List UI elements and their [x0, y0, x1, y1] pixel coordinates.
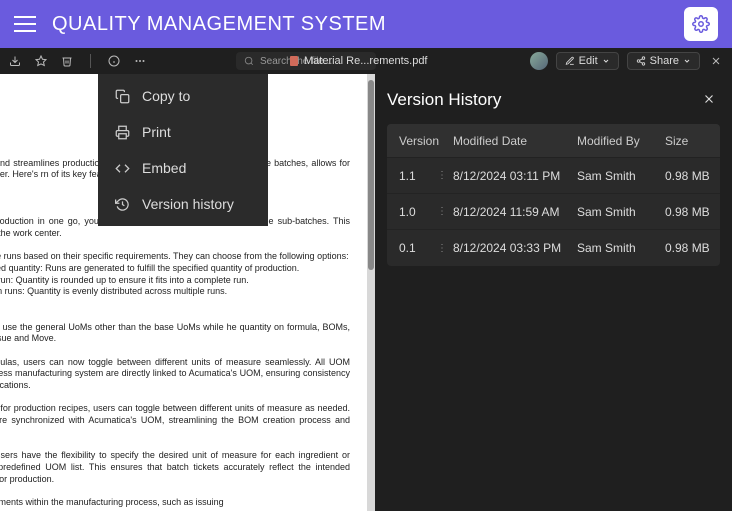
cell-size: 0.98 MB	[665, 241, 720, 255]
panel-title: Version History	[387, 90, 720, 110]
cell-date: 8/12/2024 03:33 PM	[449, 241, 577, 255]
file-tab[interactable]: Material Re...rements.pdf	[290, 55, 428, 67]
doc-text: h Ticket:	[0, 439, 350, 451]
history-icon	[114, 197, 130, 212]
download-icon[interactable]	[8, 54, 22, 68]
star-icon[interactable]	[34, 54, 48, 68]
pencil-icon	[565, 56, 575, 66]
trash-icon[interactable]	[60, 54, 74, 68]
cell-size: 0.98 MB	[665, 205, 720, 219]
doc-text: When creating or editing formulas, users…	[0, 357, 350, 392]
col-version: Version	[387, 134, 435, 148]
table-row[interactable]: 0.1 ⋮ 8/12/2024 03:33 PM Sam Smith 0.98 …	[387, 230, 720, 266]
cell-by: Sam Smith	[577, 205, 665, 219]
context-menu: Copy to Print Embed Version history	[98, 74, 268, 226]
version-table: Version Modified Date Modified By Size 1…	[387, 124, 720, 266]
doc-text: Create runs to fullfill the required qua…	[0, 263, 350, 275]
doc-text: ulation of Runs:	[0, 240, 350, 252]
cell-version: 1.1	[387, 169, 435, 183]
table-header: Version Modified Date Modified By Size	[387, 124, 720, 158]
share-button[interactable]: Share	[627, 52, 700, 70]
gear-icon	[692, 15, 710, 33]
cell-date: 8/12/2024 03:11 PM	[449, 169, 577, 183]
cell-by: Sam Smith	[577, 169, 665, 183]
cell-size: 0.98 MB	[665, 169, 720, 183]
row-menu-icon[interactable]: ⋮	[435, 243, 449, 254]
menu-label: Print	[142, 124, 171, 140]
close-icon	[702, 92, 716, 106]
panel-close-button[interactable]	[702, 92, 716, 106]
col-size: Size	[665, 134, 720, 148]
hamburger-menu-icon[interactable]	[14, 16, 36, 32]
close-button[interactable]	[708, 53, 724, 69]
table-row[interactable]: 1.0 ⋮ 8/12/2024 11:59 AM Sam Smith 0.98 …	[387, 194, 720, 230]
doc-text: Equally divide quantity between runs: Qu…	[0, 286, 350, 298]
row-menu-icon[interactable]: ⋮	[435, 170, 449, 181]
cell-date: 8/12/2024 11:59 AM	[449, 205, 577, 219]
avatar[interactable]	[530, 52, 548, 70]
doc-text: When recording material movements within…	[0, 497, 350, 509]
doc-text: Round quantity to the next full run: Qua…	[0, 275, 350, 287]
doc-text: Users have the flexibility to calculate …	[0, 251, 350, 263]
edit-label: Edit	[579, 55, 598, 67]
print-icon	[114, 125, 130, 140]
share-label: Share	[650, 55, 679, 67]
settings-button[interactable]	[684, 7, 718, 41]
menu-print[interactable]: Print	[98, 114, 268, 150]
col-modified-by: Modified By	[577, 134, 665, 148]
file-tab-label: Material Re...rements.pdf	[304, 55, 428, 67]
cell-version: 0.1	[387, 241, 435, 255]
cell-version: 1.0	[387, 205, 435, 219]
info-icon[interactable]	[107, 54, 121, 68]
doc-text: Similarly, while defining BOMs for produ…	[0, 403, 350, 438]
menu-label: Copy to	[142, 88, 190, 104]
doc-text: of Materials (BOM):	[0, 392, 350, 404]
edit-button[interactable]: Edit	[556, 52, 619, 70]
menu-label: Embed	[142, 160, 186, 176]
share-icon	[636, 56, 646, 66]
separator	[90, 54, 91, 68]
menu-copy-to[interactable]: Copy to	[98, 78, 268, 114]
menu-label: Version history	[142, 196, 234, 212]
scrollbar-thumb[interactable]	[368, 80, 374, 270]
table-row[interactable]: 1.1 ⋮ 8/12/2024 03:11 PM Sam Smith 0.98 …	[387, 158, 720, 194]
document-toolbar: Search the file... Material Re...rements…	[0, 48, 732, 74]
doc-text: erial Movement:	[0, 485, 350, 497]
row-menu-icon[interactable]: ⋮	[435, 206, 449, 217]
app-header: QUALITY MANAGEMENT SYSTEM	[0, 0, 732, 48]
embed-icon	[114, 161, 130, 176]
cell-by: Sam Smith	[577, 241, 665, 255]
more-icon[interactable]	[133, 54, 147, 68]
chevron-down-icon	[683, 57, 691, 65]
doc-text: nula:	[0, 345, 350, 357]
menu-version-history[interactable]: Version history	[98, 186, 268, 222]
doc-heading: M:	[0, 306, 350, 318]
app-title: QUALITY MANAGEMENT SYSTEM	[52, 13, 684, 36]
copy-icon	[114, 89, 130, 104]
col-modified-date: Modified Date	[449, 134, 577, 148]
version-history-panel: Version History Version Modified Date Mo…	[375, 74, 732, 511]
close-icon	[710, 55, 722, 67]
doc-text: During batch ticket creation, users have…	[0, 450, 350, 485]
menu-embed[interactable]: Embed	[98, 150, 268, 186]
chevron-down-icon	[602, 57, 610, 65]
pdf-icon	[290, 56, 298, 66]
search-icon	[244, 56, 254, 66]
